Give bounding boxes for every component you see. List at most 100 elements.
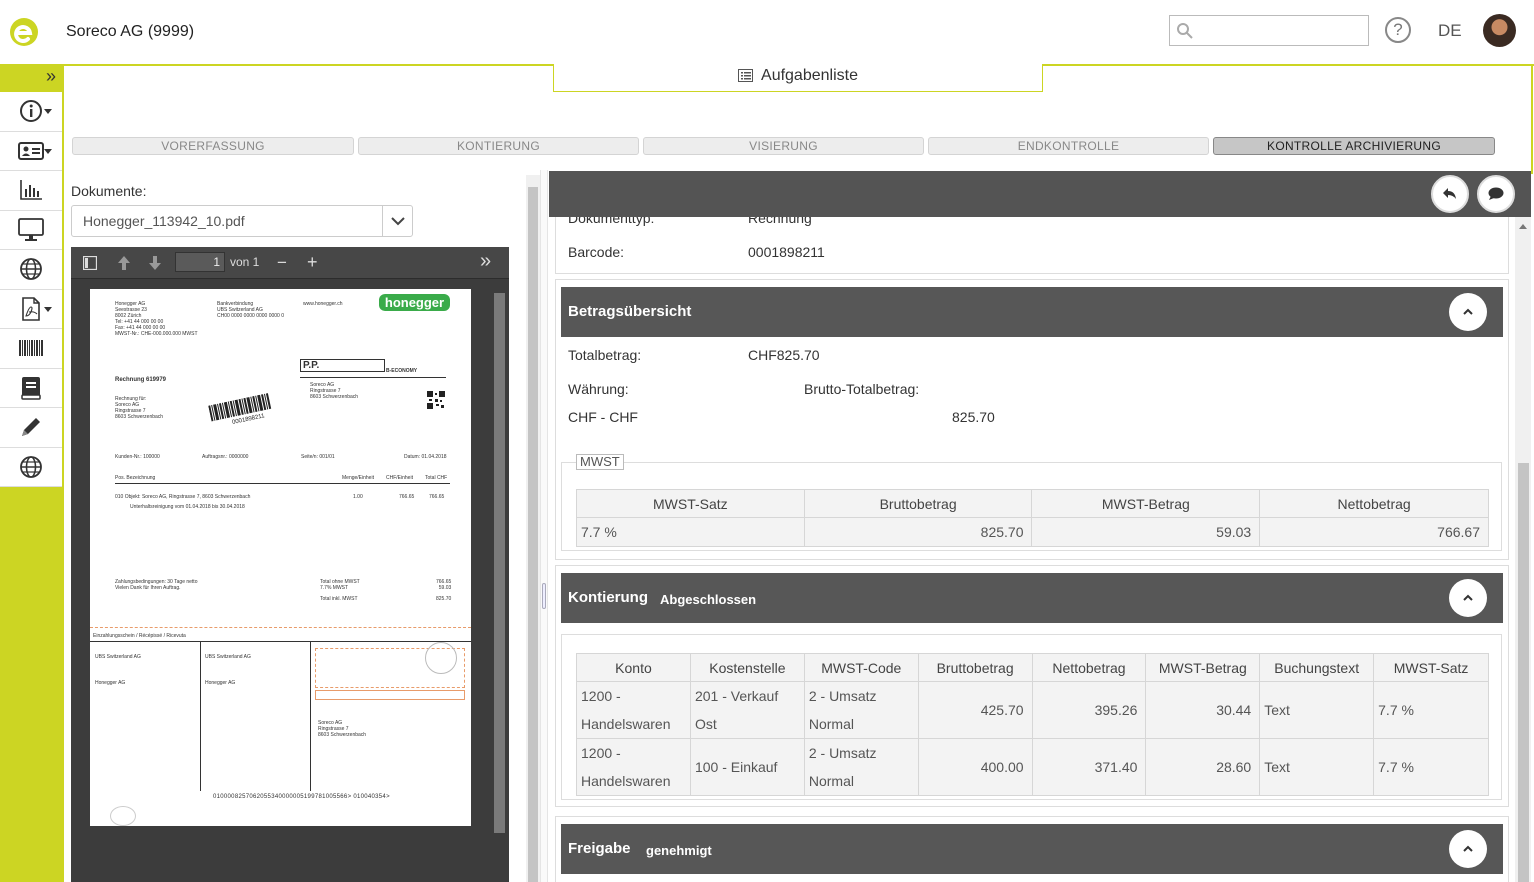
sidebar-item-web[interactable] [0,250,62,290]
amount-overview-header[interactable]: Betragsübersicht [561,287,1503,337]
cell-bruttobetrag: 425.70 [917,681,1033,739]
company-name: Soreco AG (9999) [66,23,195,40]
arrow-down-icon[interactable] [148,255,162,271]
collapse-button[interactable] [1449,579,1487,617]
invoice-page: Honegger AG Seestrasse 23 8002 Zürich Tel: … [90,289,471,826]
step-kontierung[interactable]: KONTIERUNG [358,137,639,155]
cell-mwst-code: 2 - Umsatz Normal [803,681,919,739]
splitter-handle[interactable] [542,583,546,609]
mwst-col-net: Nettobetrag [1259,489,1489,518]
help-icon[interactable]: ? [1385,17,1411,43]
invoice-totals-values: 766.65 59.03 825.70 [436,579,452,602]
document-select[interactable]: Honegger_113942_10.pdf [71,205,413,237]
invoice-meta-date: Datum: 01.04.2018 [404,454,447,460]
arrow-up-icon[interactable] [117,255,131,271]
cell-buchungstext: Text [1259,681,1375,739]
account-assignment-card: Kontierung Abgeschlossen Konto Kostenste… [555,565,1509,807]
approval-header[interactable]: Freigabe genehmigt [561,824,1503,874]
left-panel-scrollbar-thumb[interactable] [528,187,538,882]
col-mwst-code: MWST-Code [803,653,919,682]
invoice-line-total: 766.65 [429,494,445,500]
sidebar-item-reports[interactable] [0,171,62,211]
pdf-scrollbar[interactable] [491,279,509,882]
invoice-bank: Bankverbindung UBS Switzerland AG CH00 000… [217,301,285,319]
account-assignment-header[interactable]: Kontierung Abgeschlossen [561,573,1503,623]
zoom-in-button[interactable]: + [307,252,318,273]
barcode-icon: 0001898211 [208,393,272,426]
cell-nettobetrag: 395.26 [1031,681,1147,739]
slip-bank-2: UBS Switzerland AG [205,654,251,660]
detail-panel-scrollbar-thumb[interactable] [1518,463,1529,882]
collapse-button[interactable] [1449,830,1487,868]
page-number-input[interactable]: 1 [175,252,225,272]
account-assignment-fieldset: Konto Kostenstelle MWST-Code Bruttobetra… [561,634,1502,800]
cell-bruttobetrag: 400.00 [917,738,1033,796]
tasklist-button[interactable]: Aufgabenliste [553,64,1043,92]
undo-button[interactable] [1431,175,1469,213]
mwst-vat: 59.03 [1031,517,1261,547]
monitor-icon [18,217,44,241]
chevron-down-icon[interactable] [382,206,412,236]
invoice-web: www.honegger.ch [303,301,343,307]
table-row: 1200 - Handelswaren 201 - Verkauf Ost 2 - … [576,681,1489,739]
sidebar-item-journal[interactable] [0,369,62,408]
step-visierung[interactable]: VISIERUNG [643,137,924,155]
approval-title: Freigabe [568,840,631,857]
slip-sender-1: Honegger AG [95,680,126,686]
cell-mwst-betrag: 30.44 [1145,681,1261,739]
language-switch[interactable]: DE [1438,21,1462,41]
amount-overview-card: Betragsübersicht Totalbetrag: CHF825.70 … [555,279,1509,560]
cell-buchungstext: Text [1259,738,1375,796]
left-panel-scrollbar[interactable] [526,175,540,882]
invoice-bill-to: Rechnung für: Soreco AG Ringstrasse 7 8603 … [115,396,164,420]
gross-total-value: 825.70 [952,409,995,425]
book-icon [21,376,41,400]
scroll-up-icon[interactable] [1519,223,1527,229]
table-row: 7.7 % 825.70 59.03 766.67 [576,517,1489,547]
detail-panel-scrollbar[interactable] [1515,217,1531,882]
search-input[interactable] [1169,15,1369,46]
invoice-meta-page: Seite/n: 001/01 [301,454,335,460]
divider [310,641,311,791]
step-kontrolle-archivierung[interactable]: KONTROLLE ARCHIVIERUNG [1213,137,1495,155]
step-vorerfassung[interactable]: VORERFASSUNG [72,137,354,155]
sidebar-item-edit[interactable] [0,408,62,448]
info-icon [20,100,42,123]
invoice-line-price: 766.65 [399,494,415,500]
document-type-value: Rechnung [748,217,812,226]
step-endkontrolle[interactable]: ENDKONTROLLE [928,137,1209,155]
comment-button[interactable] [1477,175,1515,213]
zoom-out-button[interactable]: − [277,253,287,273]
invoice-recipient: Soreco AG Ringstrasse 7 8603 Schwerzenbach [310,382,359,400]
pdf-toolbar: 1 von 1 − + » [71,247,509,279]
sidebar-item-monitor[interactable] [0,211,62,250]
gross-total-label: Brutto-Totalbetrag: [804,381,920,397]
divider [200,641,201,791]
divider [300,377,446,378]
sidebar-expand-toggle[interactable]: » [0,64,64,90]
bar-chart-icon [20,180,42,201]
more-tools-button[interactable]: » [480,250,491,273]
collapse-button[interactable] [1449,293,1487,331]
sidebar-toggle-icon[interactable] [83,256,97,270]
sidebar-item-contacts[interactable] [0,132,62,171]
app-logo-icon[interactable] [8,16,40,48]
sidebar-item-web-2[interactable] [0,448,62,487]
sidebar-item-info[interactable] [0,92,62,132]
avatar[interactable] [1483,14,1516,47]
slip-bank-1: UBS Switzerland AG [95,654,141,660]
sidebar-item-barcode[interactable] [0,329,62,369]
barcode-label: Barcode: [568,244,625,260]
sidebar-item-pdf[interactable] [0,290,62,329]
col-nettobetrag: Nettobetrag [1031,653,1147,682]
invoice-line-qty: 1.00 [353,494,363,500]
pdf-viewer[interactable]: 1 von 1 − + » Honegger AG Seestrasse 23 80… [71,247,509,882]
cell-mwst-satz: 7.7 % [1373,738,1489,796]
invoice-meta-customer: Kunden-Nr.: 100000 [115,454,160,460]
pdf-scrollbar-thumb[interactable] [494,293,505,833]
currency-value: CHF - CHF [568,409,638,425]
contact-card-icon [18,141,44,160]
account-assignment-table: Konto Kostenstelle MWST-Code Bruttobetra… [576,653,1489,796]
barcode-value: 0001898211 [748,244,825,260]
panel-splitter[interactable] [540,170,548,882]
